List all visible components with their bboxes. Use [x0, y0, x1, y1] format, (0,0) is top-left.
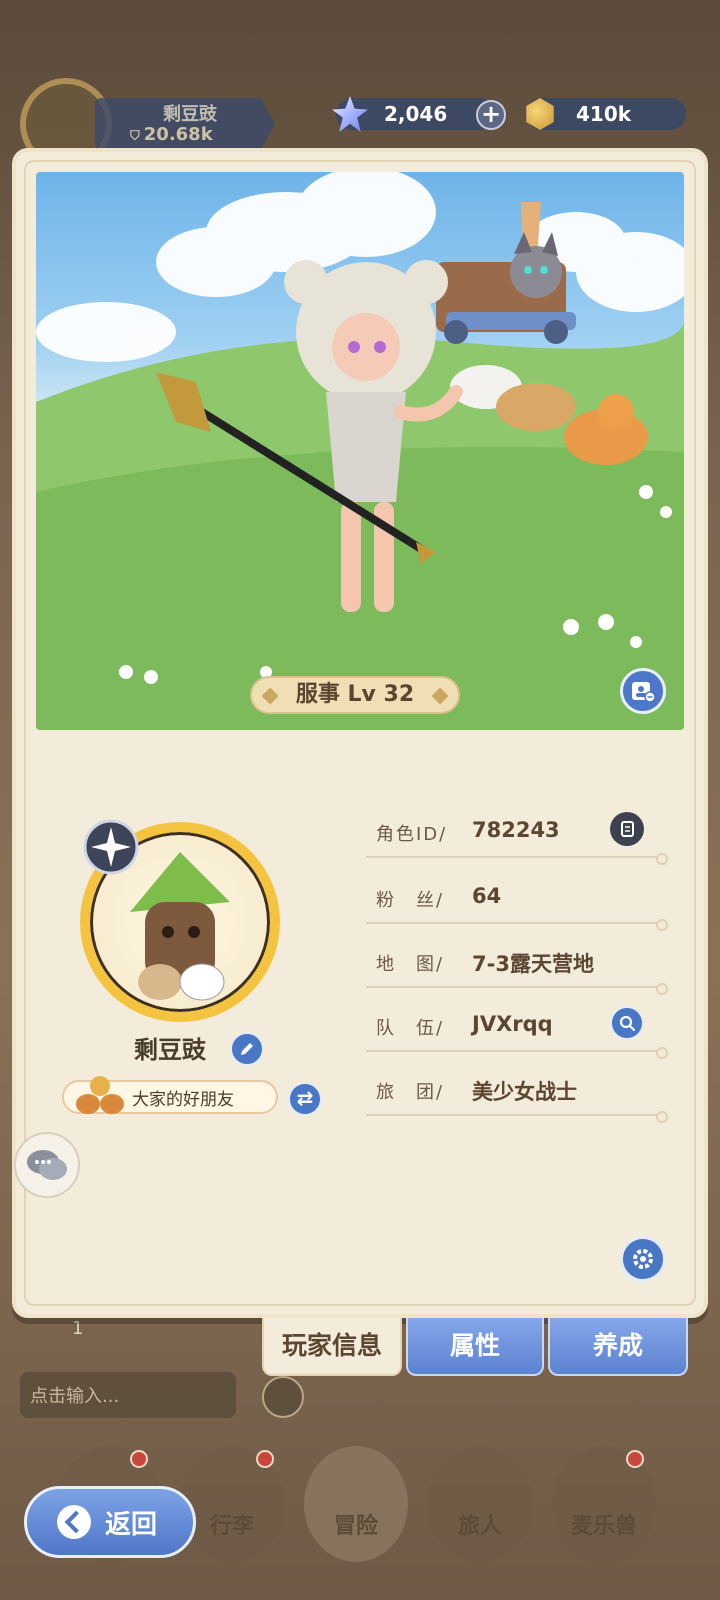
map-value: 7-3露天营地	[472, 952, 594, 976]
info-row-role-id: 角色ID/ 782243	[366, 802, 668, 865]
hud-power-value: 20.68k	[143, 124, 213, 145]
info-row-team: 队 伍/ JVXrqq	[366, 996, 668, 1059]
back-label: 返回	[105, 1509, 158, 1540]
divider	[366, 1047, 668, 1059]
hud-power: ⛉ 20.68k	[130, 124, 213, 145]
info-row-map: 地 图/ 7-3露天营地	[366, 932, 668, 995]
diamond-ornament-icon	[431, 687, 449, 705]
info-row-guild: 旅 团/ 美少女战士	[366, 1060, 668, 1123]
chat-count: 1	[72, 1318, 84, 1339]
scene-illustration	[36, 172, 684, 730]
player-name: 剩豆豉	[134, 1036, 206, 1064]
notification-dot	[130, 1450, 148, 1468]
guild-value: 美少女战士	[472, 1080, 577, 1104]
coins-value: 410k	[576, 102, 632, 126]
back-arrow-icon	[57, 1505, 91, 1539]
info-label: 队 伍/	[376, 1018, 445, 1039]
team-value: JVXrqq	[472, 1012, 553, 1036]
character-scene	[36, 172, 684, 730]
gems-value: 2,046	[384, 102, 448, 126]
search-icon	[619, 1015, 636, 1032]
search-team-button[interactable]	[610, 1006, 644, 1040]
message-input[interactable]: 点击输入...	[20, 1372, 236, 1418]
title-emblem-icon	[76, 1076, 124, 1114]
info-label: 地 图/	[376, 954, 445, 975]
profile-card	[12, 148, 708, 1318]
pencil-icon	[241, 1043, 253, 1055]
tab-attributes[interactable]: 属性	[406, 1318, 544, 1376]
compass-badge-icon	[83, 819, 139, 875]
title-badge: 大家的好朋友	[62, 1076, 278, 1114]
nav-travelers[interactable]	[428, 1446, 532, 1562]
divider	[366, 983, 668, 995]
settings-button[interactable]	[620, 1236, 666, 1282]
tab-growth[interactable]: 养成	[548, 1318, 688, 1376]
class-level-text: 服事 Lv 32	[295, 682, 415, 707]
add-gems-button[interactable]: +	[476, 100, 506, 130]
nav-label-adventure: 冒险	[333, 1514, 378, 1539]
info-label: 角色ID/	[376, 824, 448, 845]
title-badge-text: 大家的好朋友	[132, 1089, 234, 1110]
fans-value: 64	[472, 884, 502, 908]
diamond-ornament-icon	[261, 687, 279, 705]
notification-dot	[256, 1450, 274, 1468]
back-button[interactable]: 返回	[24, 1486, 196, 1558]
nav-adventure[interactable]	[304, 1446, 408, 1562]
gear-icon	[633, 1249, 653, 1269]
chat-bubble-icon	[27, 1150, 67, 1180]
divider	[366, 1111, 668, 1123]
divider	[366, 919, 668, 931]
portrait-card-icon	[632, 682, 656, 703]
copy-icon	[621, 821, 634, 837]
info-label: 旅 团/	[376, 1082, 445, 1103]
change-portrait-button[interactable]	[620, 668, 666, 714]
chat-button[interactable]	[14, 1132, 80, 1198]
switch-title-button[interactable]: ⇄	[288, 1082, 322, 1116]
copy-id-button[interactable]	[610, 812, 644, 846]
nav-label-travelers: 旅人	[457, 1514, 502, 1539]
hud-player-name: 剩豆豉	[163, 104, 217, 125]
emoji-button[interactable]	[262, 1376, 304, 1418]
info-label: 粉 丝/	[376, 890, 445, 911]
shield-icon: ⛉	[130, 129, 140, 144]
notification-dot	[626, 1450, 644, 1468]
nav-label-pets: 麦乐兽	[570, 1514, 637, 1539]
divider	[366, 853, 668, 865]
class-level-plate: 服事 Lv 32	[250, 676, 460, 714]
role-id-value: 782243	[472, 818, 560, 842]
edit-name-button[interactable]	[230, 1032, 264, 1066]
info-row-fans: 粉 丝/ 64	[366, 868, 668, 931]
tab-player-info[interactable]: 玩家信息	[262, 1318, 402, 1376]
